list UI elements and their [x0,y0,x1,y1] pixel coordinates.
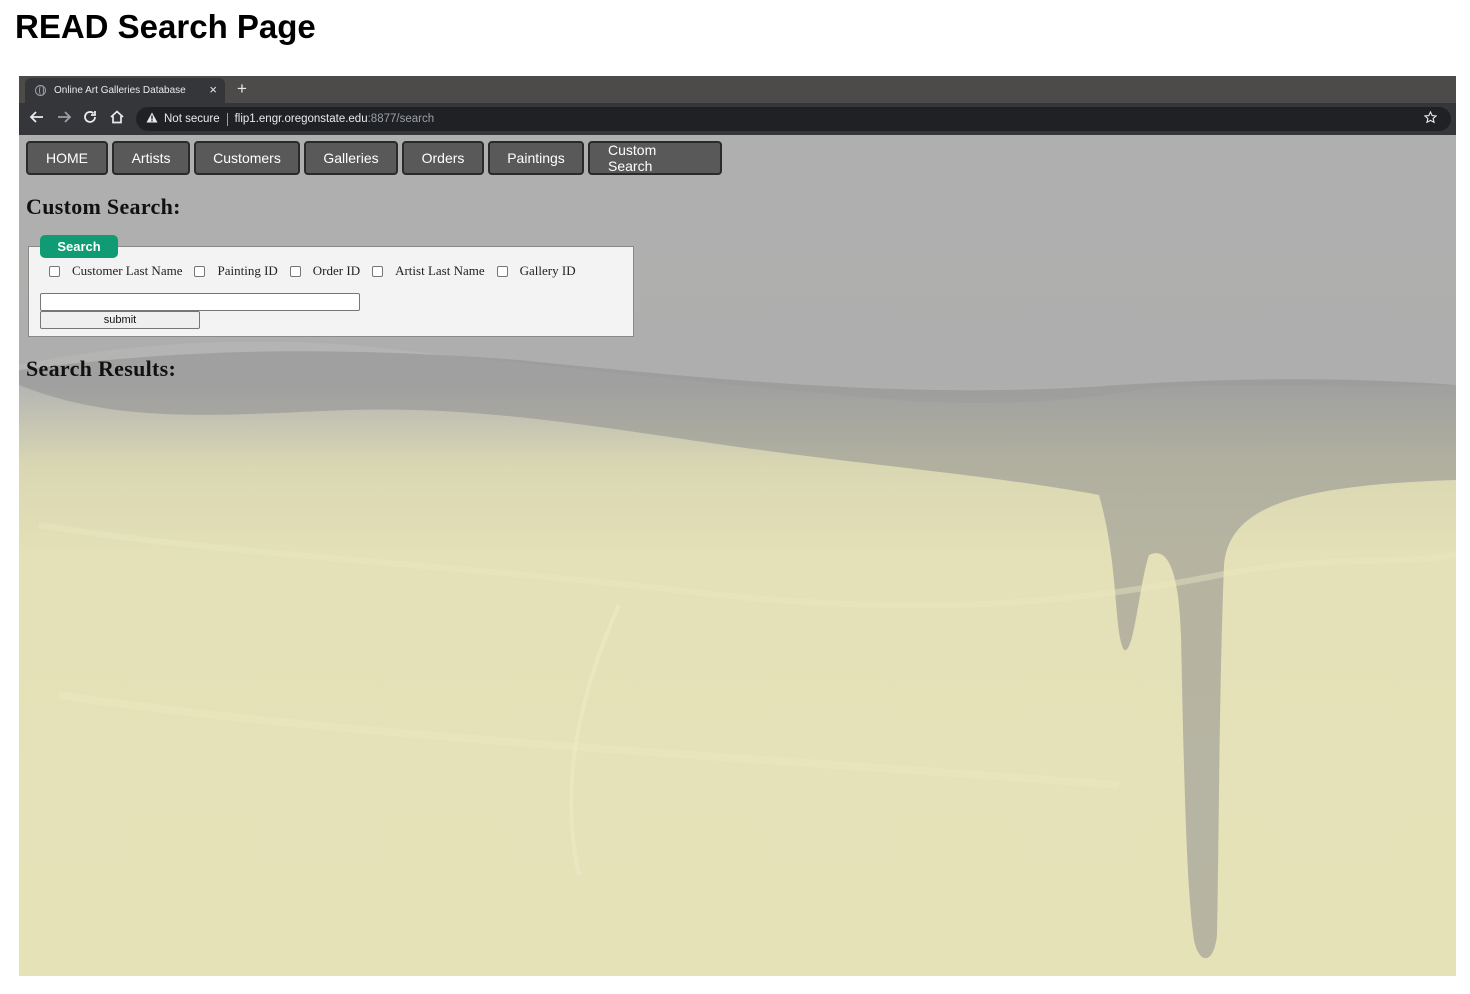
address-bar[interactable]: Not secure flip1.engr.oregonstate.edu:88… [136,107,1451,131]
custom-search-heading: Custom Search: [26,194,181,219]
search-results-heading: Search Results: [26,356,177,381]
search-legend: Search [40,235,118,258]
url-host: flip1.engr.oregonstate.edu [234,113,368,125]
search-field-options: Customer Last Name Painting ID Order ID … [49,263,588,279]
reload-icon[interactable] [82,109,98,130]
checkbox[interactable] [194,265,206,277]
document-title: READ Search Page [15,8,316,45]
nav-custom-search-button[interactable]: Custom Search [588,141,722,175]
checkbox-label: Gallery ID [519,263,576,278]
forward-icon[interactable] [56,109,72,130]
url-path: :8877/search [367,113,435,125]
omnibox-divider [226,112,228,126]
checkbox-label: Customer Last Name [72,263,183,278]
nav-home-button[interactable]: HOME [26,141,108,175]
browser-toolbar: Not secure flip1.engr.oregonstate.edu:88… [19,103,1456,135]
option-artist-last-name[interactable]: Artist Last Name [372,263,485,279]
page-viewport: HOME Artists Customers Galleries Orders … [19,135,1456,976]
checkbox[interactable] [372,265,384,277]
main-nav: HOME Artists Customers Galleries Orders … [26,141,722,175]
option-customer-last-name[interactable]: Customer Last Name [49,263,182,279]
globe-icon [35,85,46,96]
close-tab-icon[interactable]: × [209,82,217,97]
back-icon[interactable] [29,109,45,130]
checkbox-label: Order ID [312,263,361,278]
checkbox[interactable] [49,265,60,277]
checkbox-label: Painting ID [217,263,278,278]
browser-tab[interactable]: Online Art Galleries Database × [25,78,225,103]
nav-customers-button[interactable]: Customers [194,141,300,175]
checkbox[interactable] [496,265,508,277]
star-icon[interactable] [1423,110,1438,127]
option-gallery-id[interactable]: Gallery ID [496,263,576,279]
nav-paintings-button[interactable]: Paintings [488,141,584,175]
warning-icon [146,112,158,126]
security-label[interactable]: Not secure [164,113,220,125]
option-order-id[interactable]: Order ID [289,263,361,279]
nav-galleries-button[interactable]: Galleries [304,141,398,175]
search-input[interactable] [40,293,360,311]
nav-artists-button[interactable]: Artists [112,141,190,175]
submit-button[interactable]: submit [40,311,200,329]
search-fieldset: Search Customer Last Name Painting ID Or… [28,235,634,337]
checkbox[interactable] [289,265,301,277]
nav-orders-button[interactable]: Orders [402,141,484,175]
new-tab-icon[interactable]: + [237,79,247,99]
checkbox-label: Artist Last Name [395,263,485,278]
home-icon[interactable] [109,109,125,130]
option-painting-id[interactable]: Painting ID [194,263,278,279]
tab-strip: Online Art Galleries Database × + [19,76,1456,103]
tab-title: Online Art Galleries Database [54,85,186,96]
browser-window: Online Art Galleries Database × + Not se… [19,76,1456,976]
